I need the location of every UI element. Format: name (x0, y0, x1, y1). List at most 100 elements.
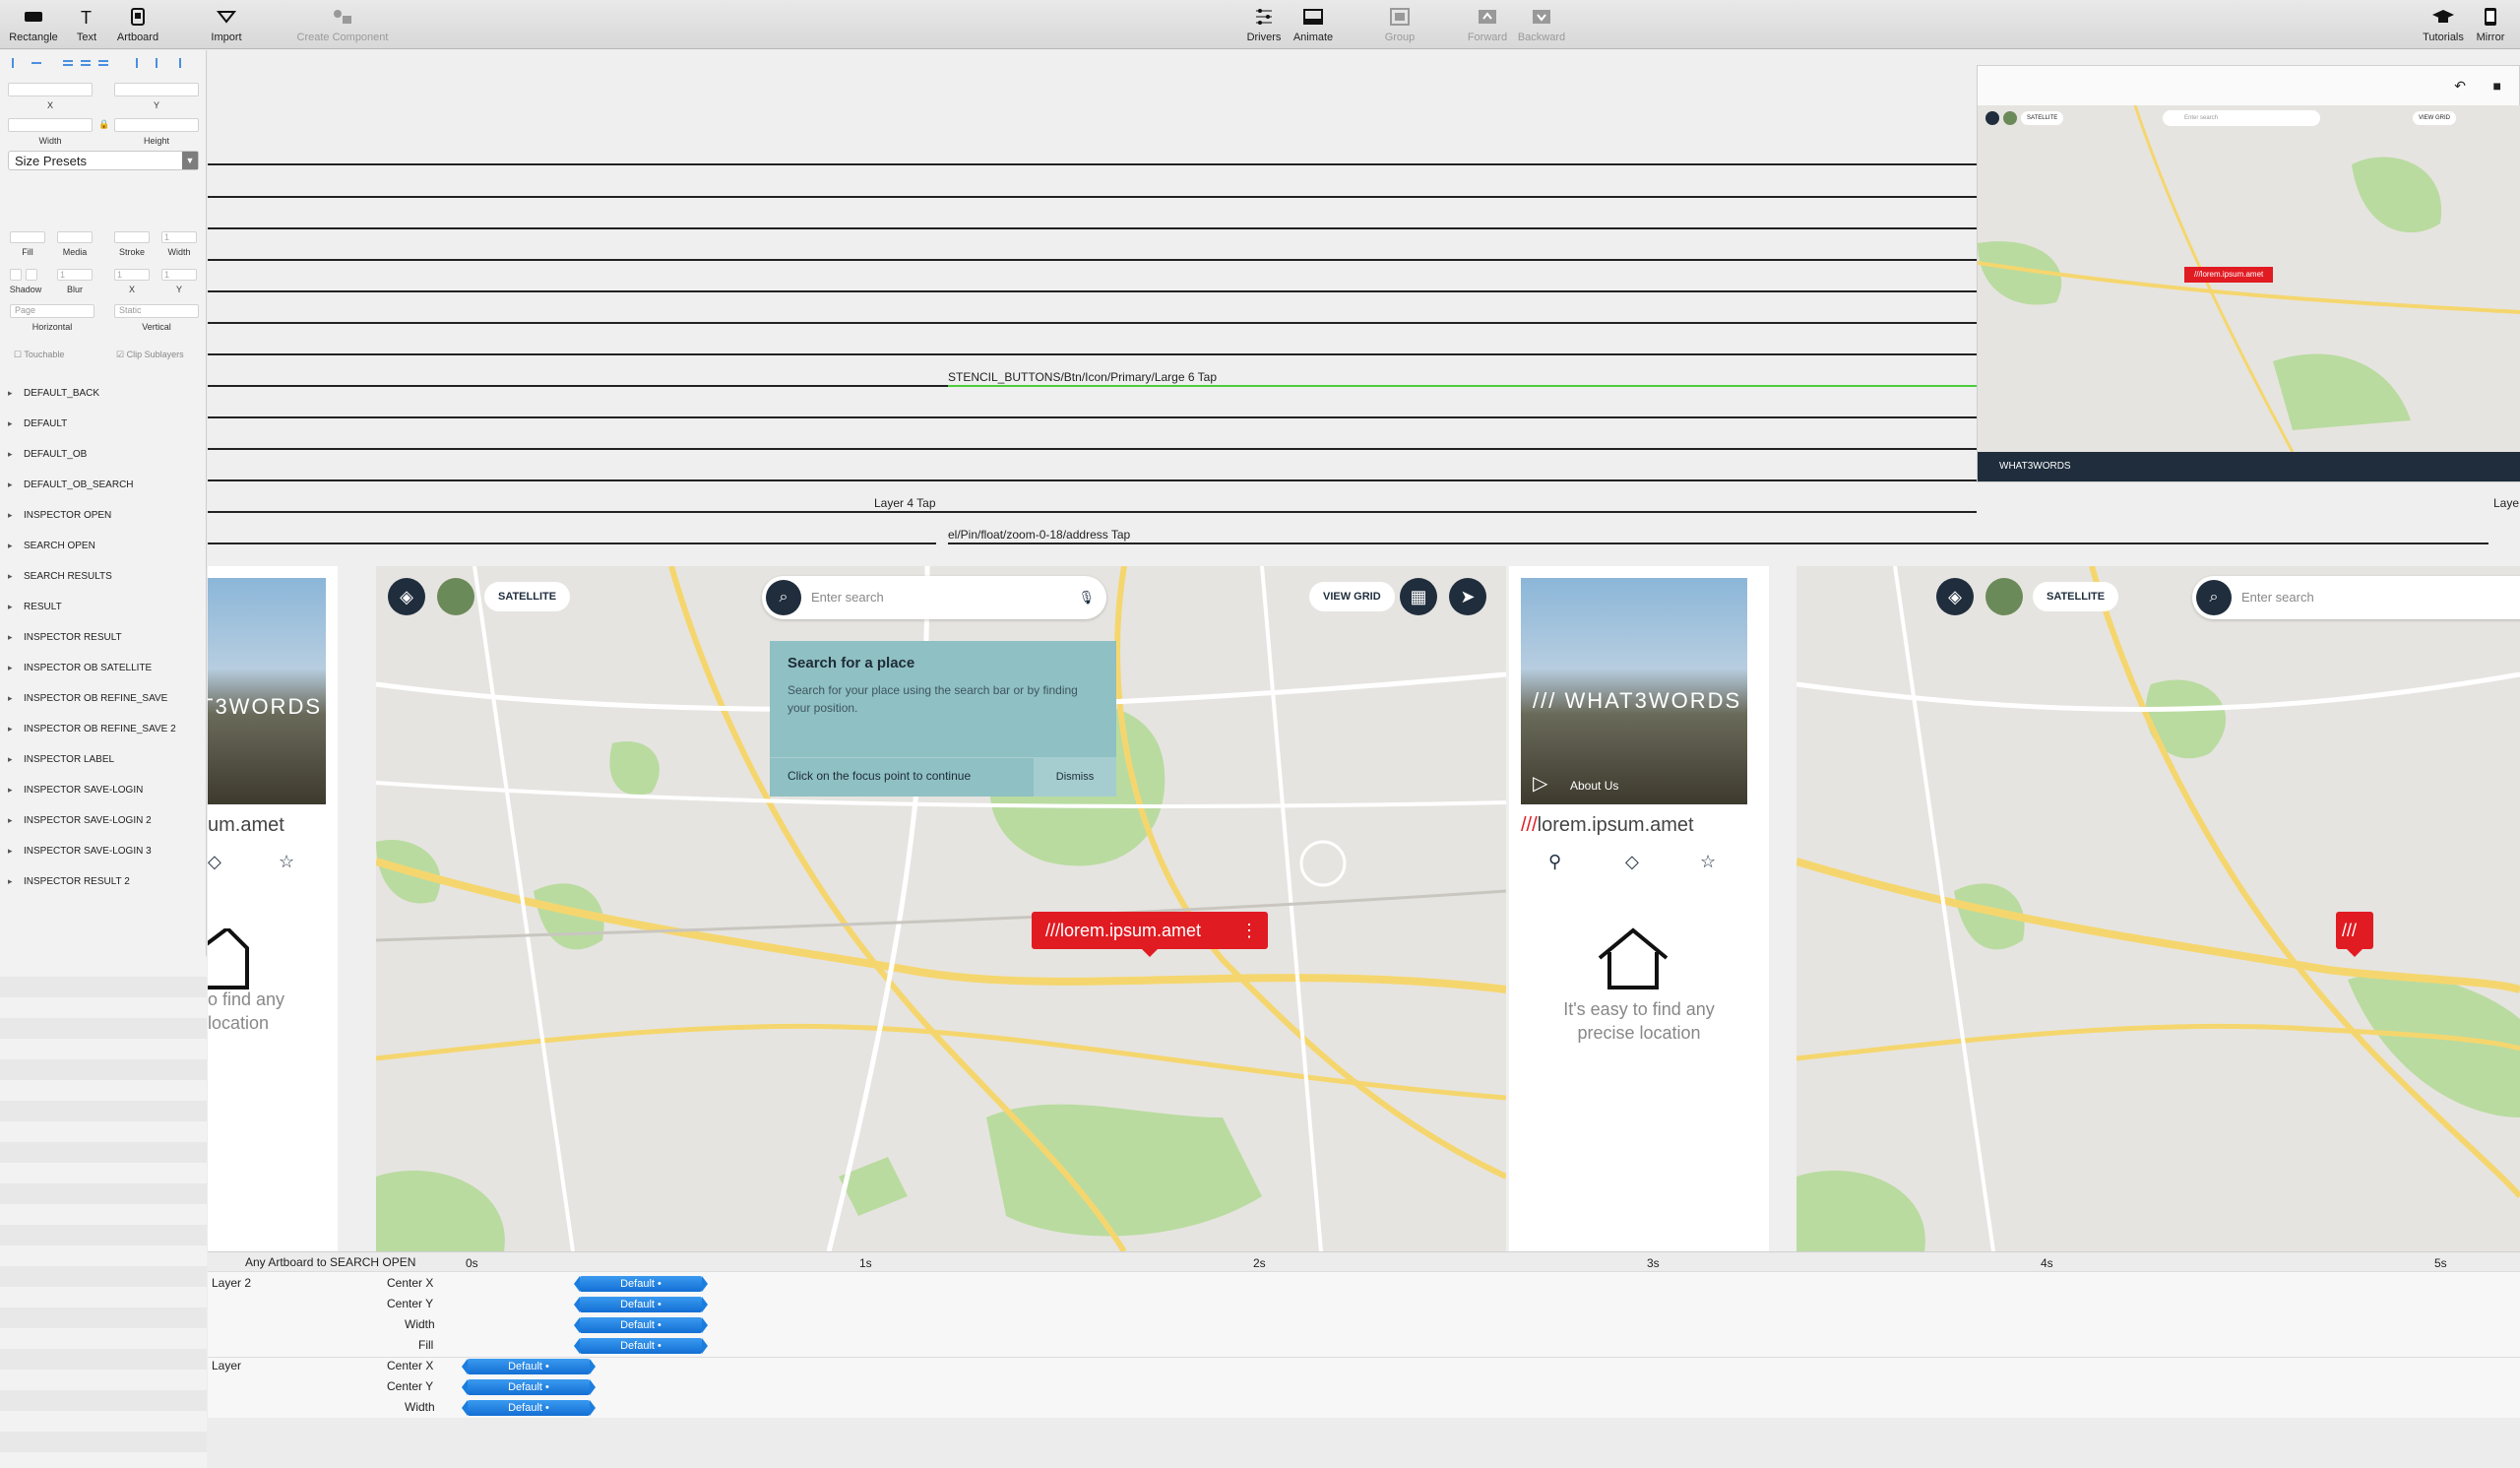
layers-icon[interactable]: ◈ (388, 578, 425, 615)
search-input[interactable]: Enter search (2241, 576, 2314, 619)
backward-label: Backward (1517, 32, 1566, 43)
touchable-checkbox[interactable]: ☐ Touchable (14, 350, 64, 360)
animate-button[interactable]: Animate (1284, 6, 1343, 43)
preview-layers-icon (1985, 111, 1999, 125)
time-tick: 2s (1253, 1256, 1266, 1270)
layer-item[interactable]: DEFAULT_OB (0, 439, 207, 470)
canvas[interactable]: STENCIL_BUTTONS/Btn/Icon/Primary/Large 6… (208, 50, 2520, 1251)
satellite-button[interactable]: SATELLITE (2033, 582, 2119, 611)
address-pin[interactable]: /// (2336, 912, 2373, 957)
artboard-map-right[interactable]: ◈ SATELLITE ⌕ Enter search /// (1796, 566, 2520, 1251)
touchable-label: Touchable (24, 350, 65, 359)
backward-button[interactable]: Backward (1512, 6, 1571, 43)
size-presets-select[interactable]: Size Presets ▼ (8, 151, 199, 170)
microphone-icon[interactable]: 🎙 (1078, 576, 1095, 619)
artboard-card[interactable]: /// WHAT3WORDS ▷ About Us ///lorem.ipsum… (1509, 566, 1769, 1251)
stroke-width-input[interactable]: 1 (161, 231, 197, 243)
shadow-x-input[interactable]: 1 (114, 269, 150, 281)
fill-swatch[interactable] (10, 231, 45, 243)
navigation-icon[interactable]: ➤ (1449, 578, 1486, 615)
animation-bar[interactable]: Default • (574, 1317, 708, 1333)
import-button[interactable]: Import (197, 6, 256, 43)
layer-item[interactable]: DEFAULT_BACK (0, 378, 207, 409)
create-component-button[interactable]: Create Component (284, 6, 402, 43)
lock-icon[interactable]: 🔒 (98, 119, 109, 130)
animation-bar[interactable]: Default • (462, 1359, 596, 1374)
star-icon[interactable]: ☆ (279, 852, 294, 872)
artboard-button[interactable]: Artboard (108, 6, 167, 43)
layer-item[interactable]: RESULT (0, 592, 207, 622)
layer-item[interactable]: INSPECTOR SAVE-LOGIN (0, 775, 207, 805)
x-input[interactable] (8, 83, 93, 96)
info-line-2: precise location (1577, 1023, 1701, 1043)
star-icon[interactable]: ☆ (1700, 852, 1716, 872)
info-line-2: location (208, 1013, 270, 1033)
drivers-label: Drivers (1246, 32, 1282, 43)
y-input[interactable] (114, 83, 199, 96)
vertical-select[interactable]: Static (114, 304, 199, 318)
height-input[interactable] (114, 118, 199, 132)
component-icon (329, 6, 356, 28)
connection-line (208, 196, 1977, 198)
stroke-label: Stroke (118, 247, 145, 257)
grid-icon[interactable]: ▦ (1400, 578, 1437, 615)
undo-icon[interactable]: ↶ (2454, 78, 2466, 95)
shadow-y-input[interactable]: 1 (161, 269, 197, 281)
play-icon[interactable]: ▷ (1533, 771, 1547, 796)
animation-bar[interactable]: Default • (574, 1276, 708, 1292)
layer-item[interactable]: INSPECTOR OPEN (0, 500, 207, 531)
satellite-button[interactable]: SATELLITE (484, 582, 571, 611)
layer-item[interactable]: INSPECTOR OB REFINE_SAVE 2 (0, 714, 207, 744)
forward-button[interactable]: Forward (1458, 6, 1517, 43)
shadow-color-swatch[interactable] (26, 269, 37, 281)
camera-icon[interactable]: ■ (2493, 78, 2501, 94)
satellite-thumbnail[interactable] (437, 578, 474, 615)
timeline[interactable]: Any Artboard to SEARCH OPEN 0s 1s 2s 3s … (208, 1251, 2520, 1418)
preview-window[interactable]: ↶ ■ ///lorem.ipsum.amet SATELLITE Enter … (1977, 65, 2520, 482)
artboard-card-left[interactable]: T3WORDS um.amet ◇ ☆ o find any location (208, 566, 338, 1251)
layer-item[interactable]: INSPECTOR OB SATELLITE (0, 653, 207, 683)
directions-icon[interactable]: ◇ (208, 852, 221, 872)
satellite-thumbnail[interactable] (1985, 578, 2023, 615)
rectangle-button[interactable]: Rectangle (4, 6, 63, 43)
media-swatch[interactable] (57, 231, 93, 243)
share-icon[interactable]: ⚲ (1548, 852, 1561, 872)
width-input[interactable] (8, 118, 93, 132)
shadow-checkbox[interactable] (10, 269, 22, 281)
layer-item[interactable]: INSPECTOR SAVE-LOGIN 3 (0, 836, 207, 866)
horizontal-select[interactable]: Page (10, 304, 94, 318)
mirror-button[interactable]: Mirror (2461, 6, 2520, 43)
search-input[interactable]: Enter search (811, 576, 884, 619)
layer-item[interactable]: DEFAULT_OB_SEARCH (0, 470, 207, 500)
layers-icon[interactable]: ◈ (1936, 578, 1974, 615)
animation-bar[interactable]: Default • (574, 1338, 708, 1354)
create-component-label: Create Component (296, 32, 389, 43)
address-pin[interactable]: ///lorem.ipsum.amet ⋮ (1032, 912, 1268, 957)
stroke-swatch[interactable] (114, 231, 150, 243)
layer-item[interactable]: SEARCH OPEN (0, 531, 207, 561)
text-button[interactable]: T Text (57, 6, 116, 43)
clip-sublayers-checkbox[interactable]: ☑ Clip Sublayers (116, 350, 184, 360)
about-us-link[interactable]: About Us (1570, 779, 1618, 793)
layer-item[interactable]: INSPECTOR LABEL (0, 744, 207, 775)
layer-item[interactable]: INSPECTOR SAVE-LOGIN 2 (0, 805, 207, 836)
view-grid-button[interactable]: VIEW GRID (1309, 582, 1395, 611)
search-bar[interactable]: ⌕ Enter search (2192, 576, 2520, 619)
alignment-icons[interactable] (8, 56, 195, 70)
animation-bar[interactable]: Default • (462, 1400, 596, 1416)
group-button[interactable]: Group (1370, 6, 1429, 43)
more-icon[interactable]: ⋮ (1240, 912, 1258, 949)
layer-item[interactable]: INSPECTOR RESULT (0, 622, 207, 653)
directions-icon[interactable]: ◇ (1625, 852, 1639, 872)
layer-item[interactable]: DEFAULT (0, 409, 207, 439)
animation-bar[interactable]: Default • (574, 1297, 708, 1312)
layer-item[interactable]: INSPECTOR RESULT 2 (0, 866, 207, 897)
mirror-icon (2477, 6, 2504, 28)
animation-bar[interactable]: Default • (462, 1379, 596, 1395)
blur-input[interactable]: 1 (57, 269, 93, 281)
search-bar[interactable]: ⌕ Enter search 🎙 (762, 576, 1106, 619)
layer-item[interactable]: INSPECTOR OB REFINE_SAVE (0, 683, 207, 714)
layer-item[interactable]: SEARCH RESULTS (0, 561, 207, 592)
vertical-label: Vertical (142, 322, 171, 332)
dismiss-button[interactable]: Dismiss (1034, 757, 1116, 797)
